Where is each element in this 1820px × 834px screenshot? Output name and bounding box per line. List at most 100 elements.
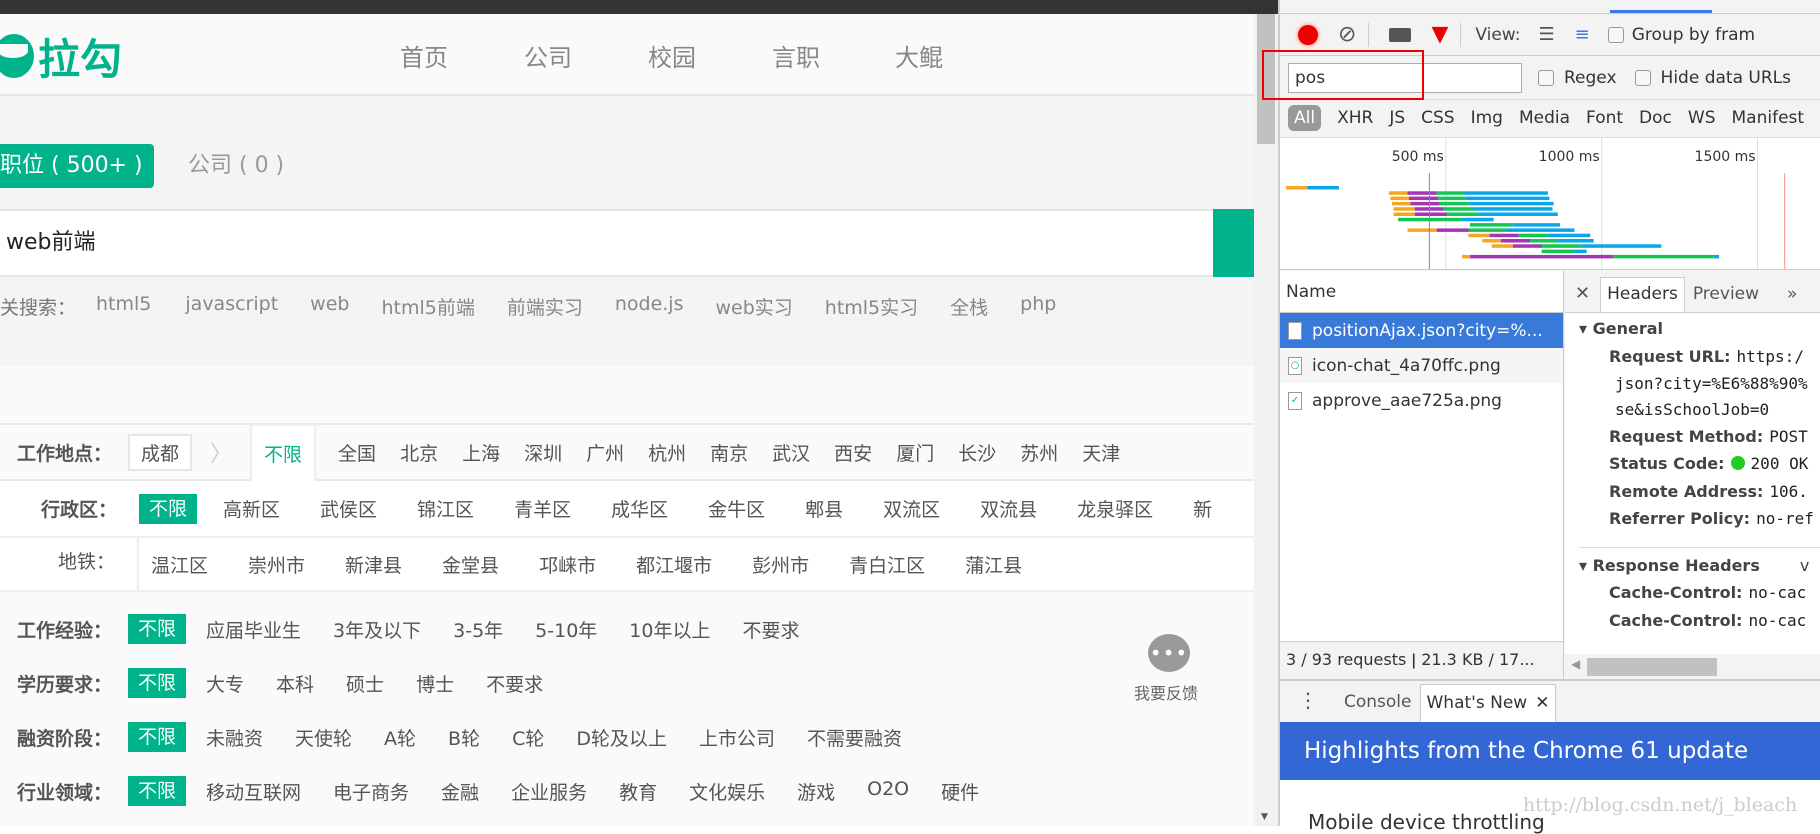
- filter-unlimited[interactable]: 不限: [128, 668, 187, 698]
- feedback-chat-icon[interactable]: •••: [1148, 634, 1192, 678]
- city-option[interactable]: 长沙: [958, 439, 996, 466]
- type-filter-all[interactable]: All: [1288, 105, 1322, 131]
- filter-option[interactable]: D轮及以上: [576, 724, 667, 751]
- type-filter-font[interactable]: Font: [1586, 108, 1623, 128]
- district-option[interactable]: 双流区: [883, 495, 940, 522]
- location-unlimited[interactable]: 不限: [250, 423, 317, 481]
- request-row[interactable]: ○ icon-chat_4a70ffc.png: [1280, 348, 1563, 383]
- nav-company[interactable]: 公司: [524, 38, 572, 73]
- hide-data-urls-checkbox[interactable]: [1634, 69, 1651, 86]
- tab-positions[interactable]: 职位 ( 500+ ): [0, 144, 154, 188]
- filter-option[interactable]: 不要求: [742, 616, 799, 643]
- filter-option[interactable]: 金融: [441, 778, 479, 805]
- details-horizontal-scrollbar[interactable]: ◀: [1565, 654, 1820, 679]
- type-filter-xhr[interactable]: XHR: [1337, 108, 1373, 128]
- city-option[interactable]: 苏州: [1020, 439, 1058, 466]
- record-icon[interactable]: [1298, 24, 1318, 45]
- search-button[interactable]: [1213, 209, 1254, 277]
- related-search-link[interactable]: html5前端: [381, 293, 474, 320]
- filter-option[interactable]: 应届毕业生: [206, 616, 301, 643]
- general-section[interactable]: ▾ General: [1579, 319, 1820, 347]
- type-filter-js[interactable]: JS: [1389, 108, 1405, 128]
- filter-option[interactable]: 上市公司: [699, 724, 775, 751]
- filter-option[interactable]: 硕士: [346, 670, 384, 697]
- related-search-link[interactable]: web: [310, 293, 349, 320]
- timeline-overview[interactable]: 500 ms 1000 ms 1500 ms: [1280, 137, 1820, 270]
- district-option[interactable]: 新: [1193, 495, 1212, 522]
- city-option[interactable]: 北京: [400, 439, 438, 466]
- filter-option[interactable]: 3年及以下: [333, 616, 421, 643]
- waterfall-view-icon[interactable]: ≡: [1575, 24, 1590, 45]
- city-option[interactable]: 天津: [1082, 439, 1120, 466]
- subway-option[interactable]: 都江堰市: [636, 551, 712, 578]
- whats-new-item[interactable]: Mobile device throttling: [1308, 810, 1545, 834]
- feedback-label[interactable]: 我要反馈: [1134, 680, 1198, 704]
- district-option[interactable]: 武侯区: [320, 495, 377, 522]
- filter-option[interactable]: 教育: [619, 778, 657, 805]
- city-option[interactable]: 深圳: [524, 439, 562, 466]
- group-by-frame-checkbox[interactable]: [1607, 26, 1624, 43]
- city-option[interactable]: 全国: [338, 439, 376, 466]
- city-option[interactable]: 杭州: [648, 439, 686, 466]
- response-headers-section[interactable]: ▾ Response Headers v: [1579, 546, 1820, 583]
- request-row[interactable]: ✓ approve_aae725a.png: [1280, 383, 1563, 418]
- related-search-link[interactable]: 全栈: [950, 293, 988, 320]
- name-column-header[interactable]: Name: [1280, 271, 1563, 313]
- request-row[interactable]: positionAjax.json?city=%...: [1280, 313, 1563, 348]
- district-option[interactable]: 高新区: [223, 495, 280, 522]
- filter-option[interactable]: 电子商务: [333, 778, 409, 805]
- drawer-menu-icon[interactable]: ⋮: [1298, 688, 1318, 712]
- related-search-link[interactable]: web实习: [715, 293, 792, 320]
- subway-option[interactable]: 蒲江县: [965, 551, 1022, 578]
- district-option[interactable]: 锦江区: [417, 495, 474, 522]
- filter-option[interactable]: 硬件: [941, 778, 979, 805]
- filter-option[interactable]: 本科: [276, 670, 314, 697]
- filter-unlimited[interactable]: 不限: [128, 722, 187, 752]
- district-option[interactable]: 龙泉驿区: [1077, 495, 1153, 522]
- type-filter-img[interactable]: Img: [1471, 108, 1503, 128]
- filter-option[interactable]: 10年以上: [629, 616, 710, 643]
- related-search-link[interactable]: php: [1020, 293, 1056, 320]
- camera-icon[interactable]: [1389, 27, 1412, 42]
- related-search-link[interactable]: 前端实习: [507, 293, 583, 320]
- filter-option[interactable]: A轮: [384, 724, 416, 751]
- filter-option[interactable]: 3-5年: [453, 616, 503, 643]
- filter-option[interactable]: 未融资: [206, 724, 263, 751]
- filter-option[interactable]: 天使轮: [295, 724, 352, 751]
- subway-option[interactable]: 温江区: [151, 551, 208, 578]
- filter-option[interactable]: 大专: [206, 670, 244, 697]
- filter-option[interactable]: O2O: [867, 778, 909, 805]
- logo[interactable]: 拉勾: [0, 28, 122, 84]
- city-option[interactable]: 厦门: [896, 439, 934, 466]
- district-unlimited[interactable]: 不限: [139, 493, 198, 524]
- type-filter-doc[interactable]: Doc: [1639, 108, 1672, 128]
- page-scrollbar[interactable]: ▼: [1254, 14, 1278, 826]
- district-option[interactable]: 成华区: [611, 495, 668, 522]
- close-details-icon[interactable]: ✕: [1575, 283, 1590, 304]
- nav-home[interactable]: 首页: [400, 38, 448, 73]
- filter-icon[interactable]: ▼: [1431, 22, 1448, 47]
- district-option[interactable]: 青羊区: [514, 495, 571, 522]
- scroll-down-arrow-icon[interactable]: ▼: [1261, 812, 1268, 822]
- filter-option[interactable]: 企业服务: [511, 778, 587, 805]
- city-option[interactable]: 广州: [586, 439, 624, 466]
- filter-option[interactable]: 博士: [416, 670, 454, 697]
- nav-dakun[interactable]: 大鲲: [895, 38, 943, 73]
- nav-yanzhi[interactable]: 言职: [772, 38, 820, 73]
- filter-option[interactable]: 5-10年: [535, 616, 597, 643]
- city-option[interactable]: 西安: [834, 439, 872, 466]
- clear-icon[interactable]: ⊘: [1338, 22, 1356, 47]
- district-option[interactable]: 双流县: [980, 495, 1037, 522]
- related-search-link[interactable]: html5实习: [825, 293, 918, 320]
- filter-option[interactable]: 不要求: [486, 670, 543, 697]
- district-option[interactable]: 郫县: [805, 495, 843, 522]
- city-select[interactable]: 成都: [128, 433, 193, 471]
- city-option[interactable]: 南京: [710, 439, 748, 466]
- filter-option[interactable]: C轮: [512, 724, 544, 751]
- tab-headers[interactable]: Headers: [1600, 277, 1685, 312]
- nav-campus[interactable]: 校园: [648, 38, 696, 73]
- filter-unlimited[interactable]: 不限: [128, 614, 187, 644]
- district-option[interactable]: 金牛区: [708, 495, 765, 522]
- city-option[interactable]: 上海: [462, 439, 500, 466]
- filter-option[interactable]: 文化娱乐: [689, 778, 765, 805]
